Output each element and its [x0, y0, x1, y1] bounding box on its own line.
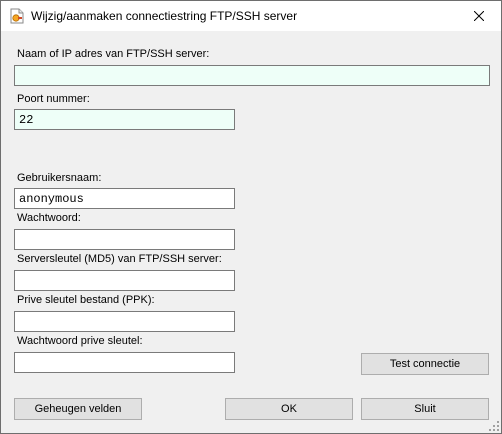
app-icon: [10, 8, 24, 24]
close-window-button[interactable]: [457, 1, 501, 31]
port-input[interactable]: [14, 109, 235, 130]
private-key-password-input[interactable]: [14, 352, 235, 373]
port-label: Poort nummer:: [17, 93, 90, 105]
private-key-file-label: Prive sleutel bestand (PPK):: [17, 294, 155, 306]
window-title: Wijzig/aanmaken connectiestring FTP/SSH …: [31, 9, 298, 23]
private-key-file-input[interactable]: [14, 311, 235, 332]
username-label: Gebruikersnaam:: [17, 172, 102, 184]
private-key-password-label: Wachtwoord prive sleutel:: [17, 335, 143, 347]
server-key-label: Serversleutel (MD5) van FTP/SSH server:: [17, 253, 222, 265]
password-input[interactable]: [14, 229, 235, 250]
test-connection-button[interactable]: Test connectie: [361, 353, 489, 375]
resize-grip-icon[interactable]: [489, 421, 499, 431]
dialog-window: Wijzig/aanmaken connectiestring FTP/SSH …: [0, 0, 502, 434]
close-icon: [474, 11, 484, 21]
close-button[interactable]: Sluit: [361, 398, 489, 420]
remember-fields-button[interactable]: Geheugen velden: [14, 398, 142, 420]
password-label: Wachtwoord:: [17, 212, 81, 224]
host-input[interactable]: [14, 65, 490, 86]
username-input[interactable]: [14, 188, 235, 209]
server-key-input[interactable]: [14, 270, 235, 291]
title-bar: Wijzig/aanmaken connectiestring FTP/SSH …: [1, 1, 501, 31]
ok-button[interactable]: OK: [225, 398, 353, 420]
host-label: Naam of IP adres van FTP/SSH server:: [17, 48, 210, 60]
